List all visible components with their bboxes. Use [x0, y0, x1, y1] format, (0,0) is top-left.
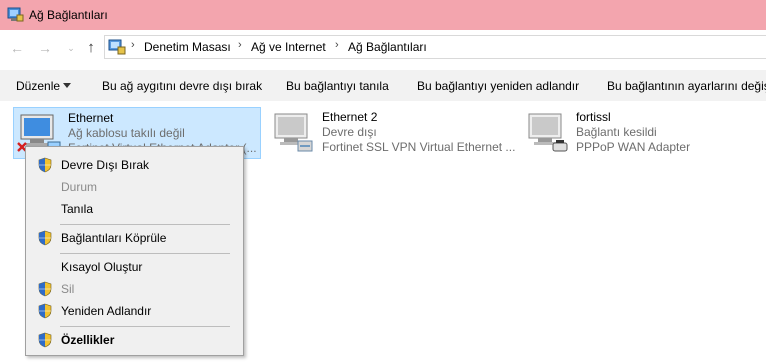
- title-bar: Ağ Bağlantıları: [0, 0, 766, 30]
- connection-status: Bağlantı kesildi: [576, 125, 657, 139]
- connection-status: Ağ kablosu takılı değil: [68, 126, 185, 140]
- menu-item-label: Bağlantıları Köprüle: [61, 231, 167, 245]
- uac-shield-icon: [38, 281, 52, 297]
- uac-shield-icon: [38, 157, 52, 173]
- menu-item-disable[interactable]: Devre Dışı Bırak: [28, 155, 241, 175]
- connection-item-ethernet-2[interactable]: Ethernet 2 Devre dışı Fortinet SSL VPN V…: [268, 107, 516, 159]
- arrow-up-icon[interactable]: ↑: [82, 39, 100, 57]
- menu-separator: [60, 224, 230, 225]
- connection-adapter: Fortinet SSL VPN Virtual Ethernet ...: [322, 140, 516, 154]
- menu-separator: [60, 326, 230, 327]
- chevron-down-icon[interactable]: [63, 83, 71, 88]
- network-connections-icon: [7, 7, 24, 22]
- menu-item-delete[interactable]: Sil: [28, 279, 241, 299]
- breadcrumb-network-internet[interactable]: Ağ ve Internet: [251, 40, 326, 54]
- change-settings-button[interactable]: Bu bağlantının ayarlarını değiş: [607, 79, 766, 93]
- context-menu: Devre Dışı Bırak Durum Tanıla Bağlantıla…: [25, 146, 244, 356]
- menu-item-label: Durum: [61, 180, 98, 194]
- menu-item-label: Sil: [61, 282, 75, 296]
- uac-shield-icon: [38, 332, 52, 348]
- menu-item-create-shortcut[interactable]: Kısayol Oluştur: [28, 257, 241, 277]
- breadcrumb-separator: ›: [131, 39, 135, 51]
- menu-item-diagnose[interactable]: Tanıla: [28, 199, 241, 219]
- rename-button[interactable]: Bu bağlantıyı yeniden adlandır: [417, 79, 579, 93]
- connection-status: Devre dışı: [322, 125, 377, 139]
- menu-item-label: Özellikler: [61, 333, 115, 347]
- connection-name: Ethernet: [68, 111, 114, 125]
- connection-adapter: PPPoP WAN Adapter: [576, 140, 691, 154]
- menu-item-label: Yeniden Adlandır: [61, 304, 152, 318]
- breadcrumb-network-connections[interactable]: Ağ Bağlantıları: [348, 40, 427, 54]
- breadcrumb-separator: ›: [335, 39, 339, 51]
- chevron-down-icon[interactable]: ⌄: [62, 39, 80, 57]
- address-bar[interactable]: › Denetim Masası › Ağ ve Internet › Ağ B…: [104, 35, 766, 59]
- menu-item-status[interactable]: Durum: [28, 177, 241, 197]
- connection-item-fortissl[interactable]: fortissl Bağlantı kesildi PPPoP WAN Adap…: [522, 107, 762, 159]
- menu-item-rename[interactable]: Yeniden Adlandır: [28, 301, 241, 321]
- control-panel-icon: [108, 39, 126, 55]
- command-bar: Düzenle Bu ağ aygıtını devre dışı bırak …: [0, 70, 766, 102]
- dialup-connection-icon: [528, 113, 568, 152]
- organize-button[interactable]: Düzenle: [16, 79, 60, 93]
- menu-item-bridge[interactable]: Bağlantıları Köprüle: [28, 228, 241, 248]
- menu-separator: [60, 253, 230, 254]
- menu-item-properties[interactable]: Özellikler: [28, 330, 241, 350]
- navigation-bar: ← → ⌄ ↑ › Denetim Masası › Ağ ve Interne…: [0, 30, 766, 66]
- disable-device-button[interactable]: Bu ağ aygıtını devre dışı bırak: [102, 79, 262, 93]
- breadcrumb-separator: ›: [238, 39, 242, 51]
- breadcrumb-control-panel[interactable]: Denetim Masası: [144, 40, 231, 54]
- menu-item-label: Tanıla: [61, 202, 94, 216]
- connection-name: Ethernet 2: [322, 110, 378, 124]
- connection-name: fortissl: [576, 110, 611, 124]
- uac-shield-icon: [38, 303, 52, 319]
- uac-shield-icon: [38, 230, 52, 246]
- network-adapter-icon: [274, 113, 313, 152]
- menu-item-label: Kısayol Oluştur: [61, 260, 143, 274]
- arrow-left-icon[interactable]: ←: [8, 39, 26, 57]
- menu-item-label: Devre Dışı Bırak: [61, 158, 150, 172]
- window-title: Ağ Bağlantıları: [29, 8, 108, 22]
- diagnose-button[interactable]: Bu bağlantıyı tanıla: [286, 79, 389, 93]
- arrow-right-icon[interactable]: →: [36, 39, 54, 57]
